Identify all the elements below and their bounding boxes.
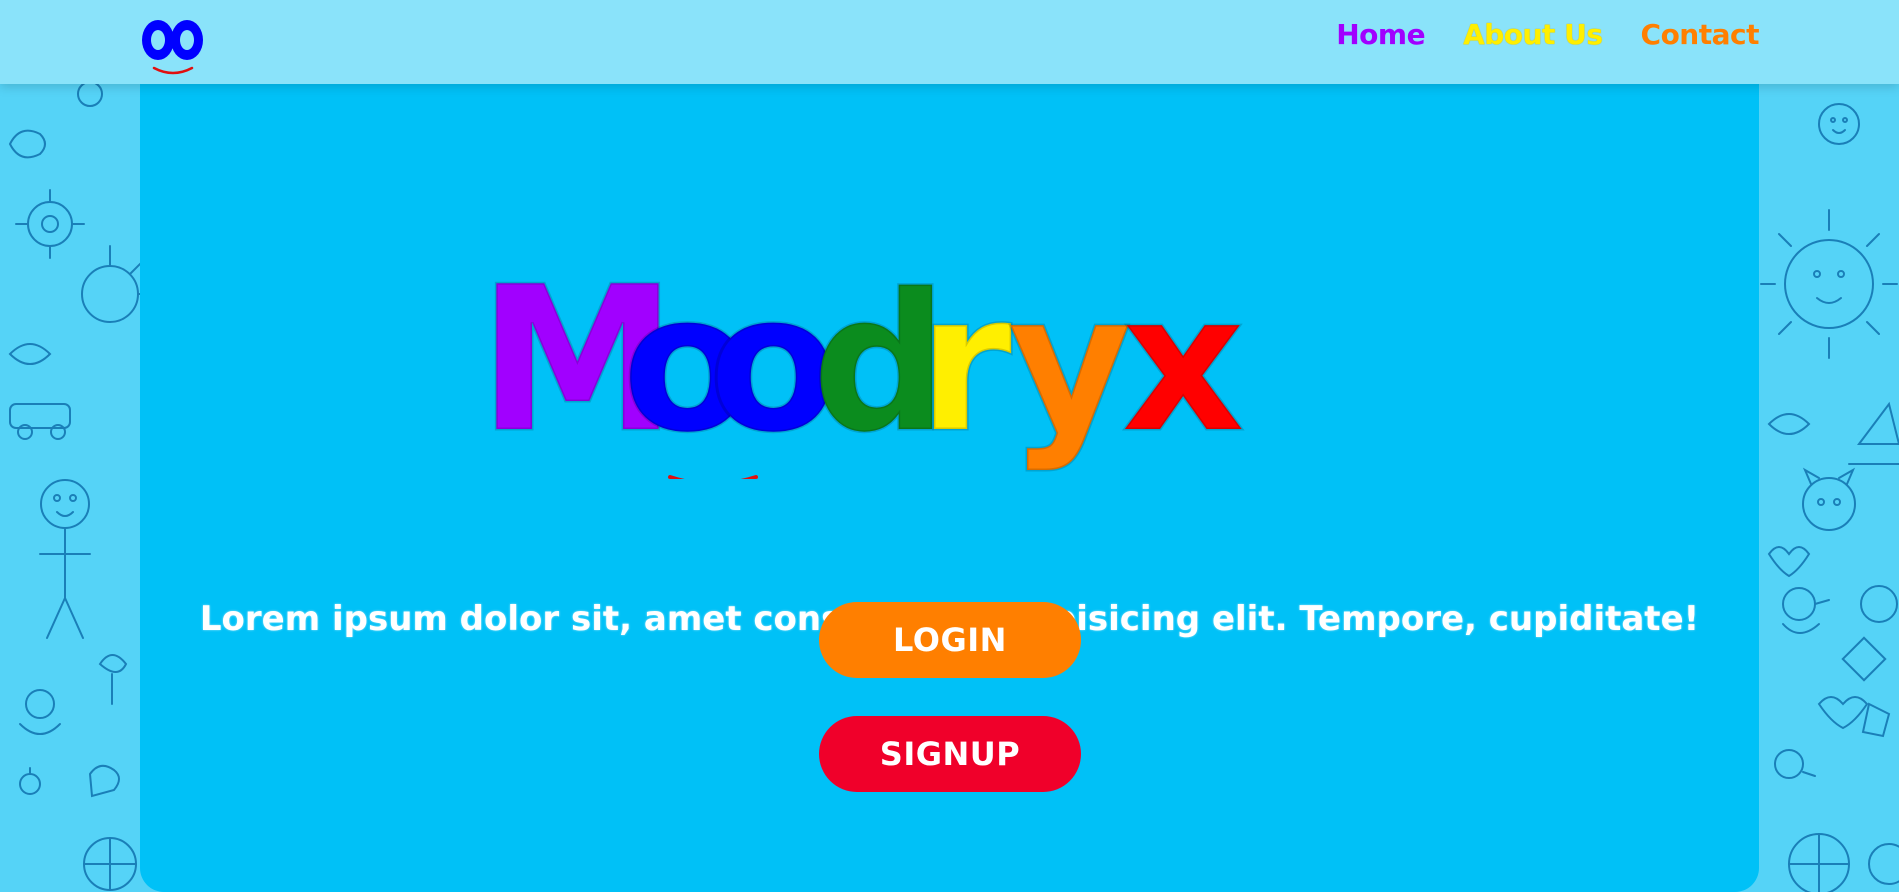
brand-letter: r: [918, 253, 1012, 474]
nav-link-about-us[interactable]: About Us: [1463, 18, 1603, 51]
brand-smile: [668, 475, 758, 479]
logo-icon[interactable]: [140, 14, 206, 78]
doodle-pattern-right: [1759, 84, 1899, 892]
hero-panel: Moodryx Lorem ipsum dolor sit, amet cons…: [140, 84, 1759, 892]
nav-link-contact[interactable]: Contact: [1641, 18, 1760, 51]
nav-links: Home About Us Contact: [1336, 18, 1759, 51]
login-button[interactable]: LOGIN: [819, 602, 1081, 678]
brand-wordmark: Moodryx: [477, 243, 1246, 479]
signup-button[interactable]: SIGNUP: [819, 716, 1081, 792]
brand-letter: x: [1122, 253, 1245, 474]
top-navbar: Home About Us Contact: [0, 0, 1899, 84]
nav-link-home[interactable]: Home: [1336, 18, 1425, 51]
brand-letter: y: [1008, 253, 1132, 474]
doodle-pattern-left: [0, 84, 140, 892]
